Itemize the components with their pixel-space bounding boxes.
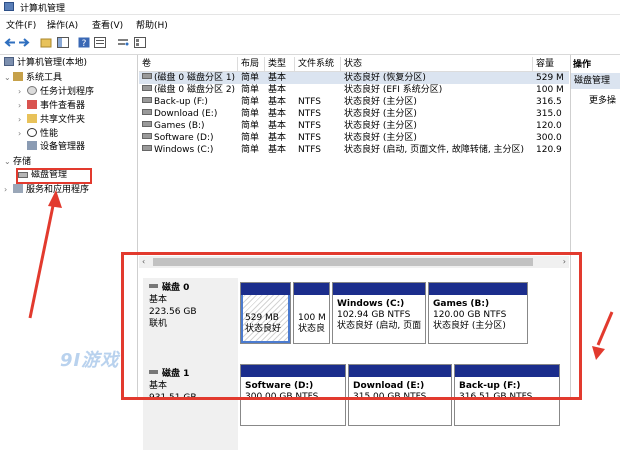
arrow-right [596,311,614,346]
watermark-logo: 9I游戏 [60,350,120,371]
arrow-left [28,195,57,319]
annotation-arrows [28,190,614,360]
arrowhead-right [592,346,605,360]
arrowhead-left [48,190,62,208]
